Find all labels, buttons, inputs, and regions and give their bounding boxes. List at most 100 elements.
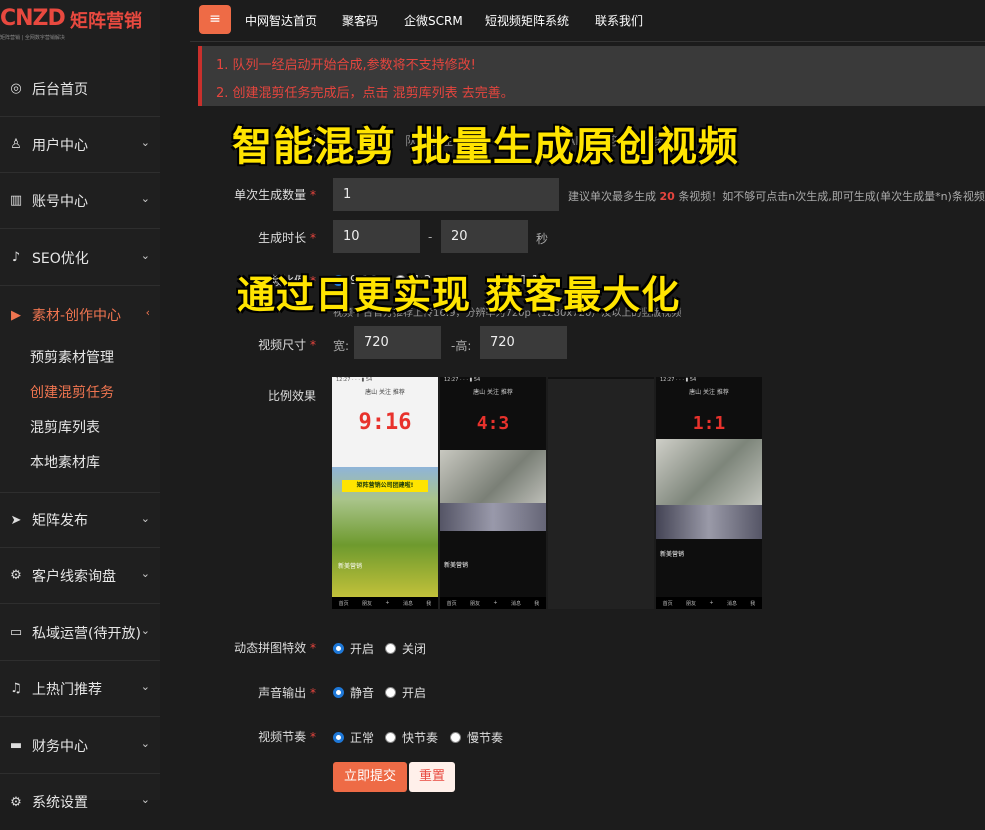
phone-tabs: 唐山 关注 推荐 — [473, 389, 513, 396]
width-input[interactable]: 720 — [354, 326, 441, 359]
sidebar-item-label: 系统设置 — [32, 795, 88, 811]
hamburger-icon: ≡ — [209, 11, 221, 27]
radio-icon — [385, 687, 396, 698]
phone-bottom-bar: 首页 朋友 + 消息我 — [656, 597, 762, 609]
promo-headline-2: 通过日更实现 获客最大化 — [237, 273, 681, 317]
duration-min-input[interactable]: 10 — [333, 220, 420, 253]
phone-status-bar: 12:27 · · · ▮ 54 — [660, 377, 697, 383]
radio-icon — [385, 643, 396, 654]
sidebar-sub-local-lib[interactable]: 本地素材库 — [30, 452, 100, 472]
video-icon: ▶ — [11, 307, 21, 323]
audio-mute-radio[interactable]: 静音 — [333, 684, 374, 701]
preview-photo-strip — [656, 505, 762, 539]
phone-tabs: 唐山 关注 推荐 — [689, 389, 729, 396]
chevron-down-icon: ⌄ — [140, 567, 150, 580]
radio-icon — [450, 732, 461, 743]
rhythm-label: 视频节奏 * — [258, 730, 316, 744]
notice-line-2: 2. 创建混剪任务完成后，点击 混剪库列表 去完善。 — [216, 86, 514, 101]
sidebar-item-finance[interactable]: ▬ 财务中心 ⌄ — [0, 718, 160, 774]
rhythm-slow-radio[interactable]: 慢节奏 — [450, 729, 503, 746]
preview-photo-strip — [440, 503, 546, 531]
sidebar-item-settings[interactable]: ⚙ 系统设置 ⌄ — [0, 774, 160, 830]
sidebar-item-seo[interactable]: ♪ SEO优化 ⌄ — [0, 230, 160, 286]
gear-icon: ⚙ — [10, 568, 22, 583]
height-label: -高: — [451, 339, 472, 353]
phone-tabs: 唐山 关注 推荐 — [365, 389, 405, 396]
topnav-matrix[interactable]: 短视频矩阵系统 — [485, 12, 569, 29]
banner: 矩阵营销公司团建啦! — [342, 480, 428, 492]
duration-label: 生成时长 * — [258, 231, 316, 245]
preview-phone-4-3: 12:27 · · · ▮ 54 唐山 关注 推荐 4:3 新美营销 首页 朋友 +… — [440, 377, 546, 609]
sidebar-item-label: SEO优化 — [32, 250, 89, 267]
notice-box: 1. 队列一经启动开始合成,参数将不支持修改! 2. 创建混剪任务完成后，点击 … — [198, 46, 985, 106]
topnav-jukema[interactable]: 聚客码 — [342, 12, 378, 29]
phone-caption: 新美营销 — [444, 562, 469, 569]
phone-bottom-bar: 首页 朋友 + 消息我 — [440, 597, 546, 609]
user-icon: ♙ — [10, 137, 22, 152]
topnav-scrm[interactable]: 企微SCRM — [404, 12, 463, 29]
phone-caption: 新美营销 — [660, 551, 685, 558]
folder-icon: ▭ — [9, 625, 23, 640]
sidebar-item-label: 矩阵发布 — [32, 513, 88, 529]
width-label: 宽: — [333, 339, 350, 353]
reset-button[interactable]: 重置 — [409, 762, 455, 792]
topnav-contact[interactable]: 联系我们 — [595, 12, 643, 29]
submit-button[interactable]: 立即提交 — [333, 762, 407, 792]
preview-phone-blank — [548, 377, 654, 609]
sidebar-item-users[interactable]: ♙ 用户中心 ⌄ — [0, 117, 160, 173]
collage-on-radio[interactable]: 开启 — [333, 640, 374, 657]
brand-name: 矩阵营销 — [70, 11, 142, 32]
phone-caption: 新美营销 — [338, 563, 363, 570]
topnav-home[interactable]: 中网智达首页 — [245, 12, 317, 29]
sidebar-item-material[interactable]: ▶ 素材-创作中心 ‹ — [0, 287, 160, 343]
height-input[interactable]: 720 — [480, 326, 567, 359]
sidebar-item-home[interactable]: ◎ 后台首页 — [0, 61, 160, 117]
collage-off-radio[interactable]: 关闭 — [385, 640, 426, 657]
bell-icon: ♫ — [10, 681, 22, 696]
sidebar-item-publish[interactable]: ➤ 矩阵发布 ⌄ — [0, 492, 160, 548]
chevron-down-icon: ⌄ — [140, 624, 150, 637]
logo[interactable]: CNZD 矩阵营销 矩阵营销 | 全网数字营销解决 — [0, 0, 160, 48]
notice-line-1: 1. 队列一经启动开始合成,参数将不支持修改! — [216, 58, 476, 73]
sidebar-sub-preclip[interactable]: 预剪素材管理 — [30, 347, 114, 367]
sidebar-item-label: 客户线索询盘 — [32, 568, 116, 585]
collage-label: 动态拼图特效 * — [234, 641, 316, 655]
chevron-down-icon: ⌄ — [140, 249, 150, 262]
duration-separator: - — [428, 230, 433, 244]
preview-phone-9-16: 12:27 · · · ▮ 54 唐山 关注 推荐 9:16 矩阵营销公司团建啦… — [332, 377, 438, 609]
sidebar-item-private[interactable]: ▭ 私域运营(待开放) ⌄ — [0, 605, 160, 661]
radio-icon — [333, 732, 344, 743]
dashboard-icon: ◎ — [10, 81, 22, 96]
chevron-down-icon: ⌄ — [140, 680, 150, 693]
top-bar: ≡ 中网智达首页 聚客码 企微SCRM 短视频矩阵系统 联系我们 — [190, 0, 985, 42]
tiktok-icon: ♪ — [11, 250, 21, 265]
rhythm-fast-radio[interactable]: 快节奏 — [385, 729, 438, 746]
rhythm-normal-radio[interactable]: 正常 — [333, 729, 374, 746]
phone-status-bar: 12:27 · · · ▮ 54 — [336, 377, 373, 383]
count-input[interactable]: 1 — [333, 178, 559, 211]
sidebar-item-leads[interactable]: ⚙ 客户线索询盘 ⌄ — [0, 548, 160, 604]
sidebar-item-accounts[interactable]: ▥ 账号中心 ⌄ — [0, 173, 160, 229]
sidebar-item-label: 用户中心 — [32, 137, 88, 154]
audio-on-radio[interactable]: 开启 — [385, 684, 426, 701]
sidebar-item-hot[interactable]: ♫ 上热门推荐 ⌄ — [0, 661, 160, 717]
menu-toggle-button[interactable]: ≡ — [199, 5, 231, 34]
count-label: 单次生成数量 * — [234, 188, 316, 202]
ratio-text-4-3: 4:3 — [476, 413, 510, 434]
sidebar-item-label: 账号中心 — [32, 193, 88, 210]
settings-icon: ⚙ — [10, 794, 22, 810]
sidebar-sub-create-task[interactable]: 创建混剪任务 — [30, 382, 114, 402]
duration-max-input[interactable]: 20 — [441, 220, 528, 253]
ratio-text-1-1: 1:1 — [692, 413, 726, 434]
phone-status-bar: 12:27 · · · ▮ 54 — [444, 377, 481, 383]
sidebar: CNZD 矩阵营销 矩阵营销 | 全网数字营销解决 ◎ 后台首页 ♙ 用户中心 … — [0, 0, 160, 811]
sidebar-sub-clip-list[interactable]: 混剪库列表 — [30, 417, 100, 437]
chevron-down-icon: ⌄ — [140, 737, 150, 750]
chevron-down-icon: ⌄ — [140, 192, 150, 205]
size-label: 视频尺寸 * — [258, 338, 316, 352]
radio-icon — [333, 687, 344, 698]
chart-icon: ▥ — [9, 193, 23, 208]
logo-text: CNZD — [0, 6, 66, 31]
radio-icon — [333, 643, 344, 654]
send-icon: ➤ — [10, 512, 22, 528]
